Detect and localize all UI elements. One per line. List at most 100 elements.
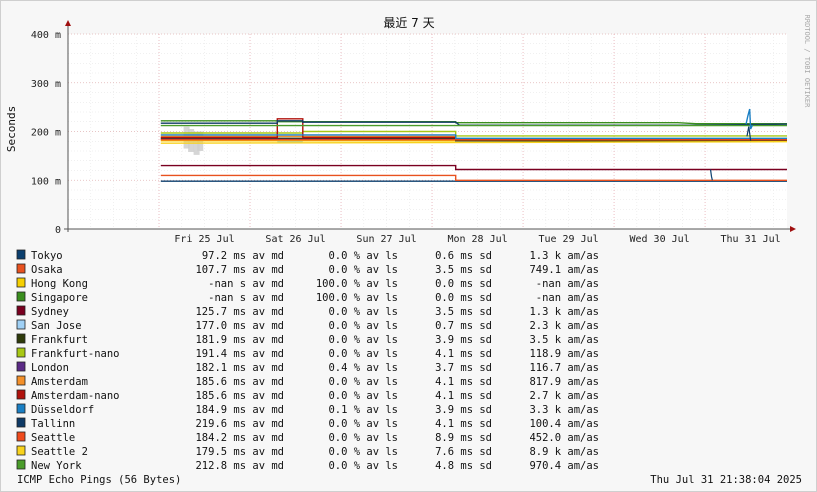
legend-median: 185.6 ms av md bbox=[195, 390, 284, 402]
legend-swatch bbox=[16, 459, 26, 470]
chart-title: 最近 7 天 bbox=[383, 16, 434, 30]
legend-name: Frankfurt bbox=[31, 334, 88, 346]
legend-swatch bbox=[16, 361, 26, 372]
x-tick-label: Fri 25 Jul bbox=[174, 234, 234, 245]
legend-am-as: 1.3 k am/as bbox=[529, 250, 599, 262]
legend-sd: 4.8 ms sd bbox=[435, 460, 492, 472]
legend-am-as: -nan am/as bbox=[536, 278, 599, 290]
legend-loss: 0.0 % av ls bbox=[328, 376, 398, 388]
legend-swatch bbox=[16, 347, 26, 358]
rrdtool-credit: RRDTOOL / TOBI OETIKER bbox=[803, 15, 811, 109]
legend-am-as: 749.1 am/as bbox=[529, 264, 599, 276]
x-axis-arrow bbox=[790, 226, 796, 232]
legend-swatch bbox=[16, 305, 26, 316]
legend-loss: 0.4 % av ls bbox=[328, 362, 398, 374]
legend-loss: 0.0 % av ls bbox=[328, 334, 398, 346]
y-tick-label: 100 m bbox=[31, 176, 61, 187]
legend-name: San Jose bbox=[31, 320, 82, 332]
legend-name: Osaka bbox=[31, 264, 63, 276]
legend-am-as: 8.9 k am/as bbox=[529, 446, 599, 458]
legend-loss: 0.1 % av ls bbox=[328, 404, 398, 416]
legend-loss: 100.0 % av ls bbox=[316, 278, 398, 290]
legend-sd: 8.9 ms sd bbox=[435, 432, 492, 444]
legend-sd: 0.6 ms sd bbox=[435, 250, 492, 262]
legend-median: -nan s av md bbox=[208, 292, 284, 304]
legend-sd: 4.1 ms sd bbox=[435, 418, 492, 430]
legend-am-as: -nan am/as bbox=[536, 292, 599, 304]
y-tick-label: 400 m bbox=[31, 30, 61, 41]
legend-median: 179.5 ms av md bbox=[195, 446, 284, 458]
footer-probe-info: ICMP Echo Pings (56 Bytes) bbox=[17, 474, 181, 486]
legend-sd: 0.7 ms sd bbox=[435, 320, 492, 332]
legend-am-as: 817.9 am/as bbox=[529, 376, 599, 388]
legend-name: Tokyo bbox=[31, 250, 63, 262]
legend-am-as: 3.3 k am/as bbox=[529, 404, 599, 416]
legend-name: Frankfurt-nano bbox=[31, 348, 120, 360]
legend-loss: 0.0 % av ls bbox=[328, 306, 398, 318]
legend-loss: 0.0 % av ls bbox=[328, 390, 398, 402]
x-tick-label: Thu 31 Jul bbox=[720, 234, 780, 245]
y-axis-label: Seconds bbox=[5, 106, 18, 152]
legend-median: 185.6 ms av md bbox=[195, 376, 284, 388]
x-tick-label: Sat 26 Jul bbox=[265, 234, 325, 245]
y-tick-label: 0 bbox=[55, 225, 61, 236]
legend-sd: 3.5 ms sd bbox=[435, 306, 492, 318]
legend-loss: 0.0 % av ls bbox=[328, 250, 398, 262]
legend-sd: 7.6 ms sd bbox=[435, 446, 492, 458]
legend-am-as: 3.5 k am/as bbox=[529, 334, 599, 346]
x-tick-label: Mon 28 Jul bbox=[447, 234, 507, 245]
legend-swatch bbox=[16, 291, 26, 302]
legend-name: Seattle bbox=[31, 432, 75, 444]
legend-median: 181.9 ms av md bbox=[195, 334, 284, 346]
y-tick-label: 200 m bbox=[31, 128, 61, 139]
footer-timestamp: Thu Jul 31 21:38:04 2025 bbox=[650, 474, 802, 486]
legend-name: Tallinn bbox=[31, 418, 75, 430]
legend-am-as: 2.7 k am/as bbox=[529, 390, 599, 402]
legend-median: 191.4 ms av md bbox=[195, 348, 284, 360]
legend-loss: 0.0 % av ls bbox=[328, 460, 398, 472]
legend-swatch bbox=[16, 277, 26, 288]
legend-name: Hong Kong bbox=[31, 278, 88, 290]
legend-loss: 0.0 % av ls bbox=[328, 264, 398, 276]
legend-swatch bbox=[16, 445, 26, 456]
legend-name: Singapore bbox=[31, 292, 88, 304]
legend-median: 177.0 ms av md bbox=[195, 320, 284, 332]
legend-sd: 4.1 ms sd bbox=[435, 348, 492, 360]
legend-am-as: 1.3 k am/as bbox=[529, 306, 599, 318]
legend-median: -nan s av md bbox=[208, 278, 284, 290]
legend-swatch bbox=[16, 319, 26, 330]
legend-sd: 0.0 ms sd bbox=[435, 278, 492, 290]
legend-median: 219.6 ms av md bbox=[195, 418, 284, 430]
legend-loss: 0.0 % av ls bbox=[328, 418, 398, 430]
legend-loss: 0.0 % av ls bbox=[328, 446, 398, 458]
legend-name: Amsterdam bbox=[31, 376, 88, 388]
legend-median: 212.8 ms av md bbox=[195, 460, 284, 472]
legend-median: 125.7 ms av md bbox=[195, 306, 284, 318]
legend-loss: 0.0 % av ls bbox=[328, 348, 398, 360]
smokeping-graph-frame: 0 100 m 200 m 300 m 400 m Fri 25 Jul Sat 26 Ju… bbox=[0, 0, 817, 492]
legend-name: Seattle 2 bbox=[31, 446, 88, 458]
legend-swatch bbox=[16, 263, 26, 274]
x-tick-label: Sun 27 Jul bbox=[356, 234, 416, 245]
latency-chart: 0 100 m 200 m 300 m 400 m Fri 25 Jul Sat 26 Ju… bbox=[5, 15, 811, 486]
legend-name: London bbox=[31, 362, 69, 374]
legend-am-as: 970.4 am/as bbox=[529, 460, 599, 472]
legend-sd: 3.9 ms sd bbox=[435, 334, 492, 346]
legend-swatch bbox=[16, 249, 26, 260]
legend-loss: 0.0 % av ls bbox=[328, 320, 398, 332]
legend-am-as: 452.0 am/as bbox=[529, 432, 599, 444]
legend-sd: 3.9 ms sd bbox=[435, 404, 492, 416]
legend-swatch bbox=[16, 403, 26, 414]
legend-sd: 3.5 ms sd bbox=[435, 264, 492, 276]
legend-name: Düsseldorf bbox=[31, 404, 94, 416]
legend-sd: 0.0 ms sd bbox=[435, 292, 492, 304]
legend-swatch bbox=[16, 333, 26, 344]
legend-swatch bbox=[16, 375, 26, 386]
legend-am-as: 2.3 k am/as bbox=[529, 320, 599, 332]
y-tick-label: 300 m bbox=[31, 79, 61, 90]
legend-sd: 4.1 ms sd bbox=[435, 376, 492, 388]
legend-name: Sydney bbox=[31, 306, 69, 318]
legend-swatch bbox=[16, 431, 26, 442]
legend-sd: 4.1 ms sd bbox=[435, 390, 492, 402]
x-tick-label: Tue 29 Jul bbox=[538, 234, 598, 245]
